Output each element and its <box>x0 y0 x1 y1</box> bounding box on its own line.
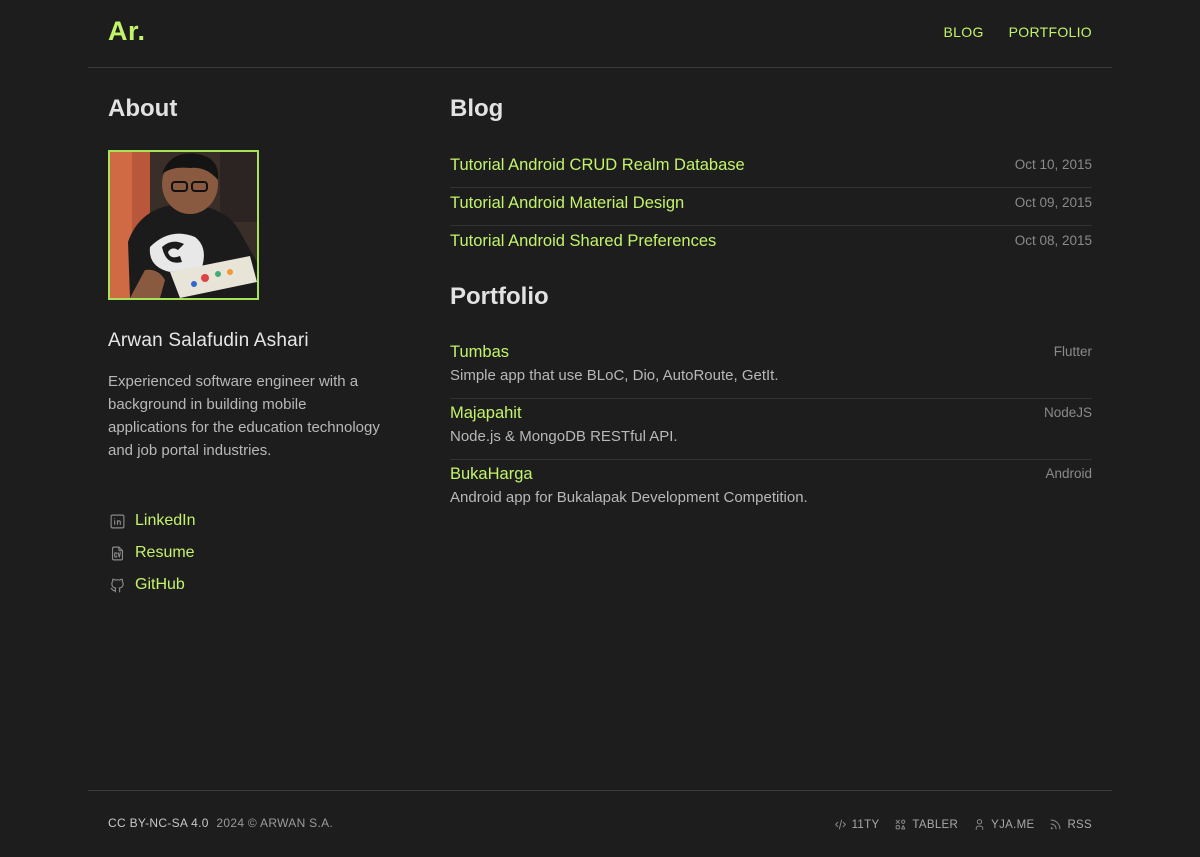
blog-heading: Blog <box>450 95 504 122</box>
blog-post-row: Tutorial Android CRUD Realm Database Oct… <box>450 150 1092 188</box>
avatar <box>108 150 259 300</box>
license-link[interactable]: CC BY-NC-SA 4.0 <box>108 816 209 830</box>
copyright: CC BY-NC-SA 4.0 2024 © ARWAN S.A. <box>108 816 333 830</box>
nav-blog-link[interactable]: BLOG <box>944 24 984 40</box>
cv-file-icon <box>108 544 126 562</box>
footer-link-label: 11TY <box>851 818 880 831</box>
portfolio-item: BukaHarga Android app for Bukalapak Deve… <box>450 460 1092 521</box>
shapes-icon <box>896 819 906 830</box>
social-links: LinkedIn Resume GitHub <box>108 505 196 601</box>
blog-post-date: Oct 08, 2015 <box>1014 233 1092 248</box>
portfolio-item-tech: NodeJS <box>1043 405 1092 420</box>
blog-post-date: Oct 10, 2015 <box>1014 157 1092 172</box>
blog-post-date: Oct 09, 2015 <box>1014 195 1092 210</box>
portfolio-item-link[interactable]: Tumbas <box>450 343 1092 362</box>
user-icon <box>975 819 984 830</box>
resume-row: Resume <box>108 537 196 569</box>
about-heading: About <box>108 95 178 122</box>
site-logo[interactable]: Ar. <box>108 16 146 47</box>
portfolio-item-link[interactable]: BukaHarga <box>450 465 1092 484</box>
github-row: GitHub <box>108 569 196 601</box>
rss-icon <box>1051 819 1061 830</box>
portfolio-item-desc: Node.js & MongoDB RESTful API. <box>450 428 678 445</box>
linkedin-row: LinkedIn <box>108 505 196 537</box>
nav-portfolio-link[interactable]: PORTFOLIO <box>1009 24 1092 40</box>
blog-post-link[interactable]: Tutorial Android Material Design <box>450 194 684 213</box>
resume-link[interactable]: Resume <box>135 544 195 562</box>
code-icon <box>834 819 846 830</box>
profile-photo <box>110 152 257 298</box>
portfolio-item: Tumbas Simple app that use BLoC, Dio, Au… <box>450 338 1092 399</box>
github-link[interactable]: GitHub <box>135 576 185 594</box>
blog-post-row: Tutorial Android Material Design Oct 09,… <box>450 188 1092 226</box>
blog-list: Tutorial Android CRUD Realm Database Oct… <box>450 150 1092 264</box>
portfolio-item-tech: Android <box>1045 466 1092 481</box>
top-nav: BLOG PORTFOLIO <box>944 24 1092 40</box>
linkedin-icon <box>108 512 126 530</box>
portfolio-heading: Portfolio <box>450 283 549 310</box>
footer-link-tabler[interactable]: TABLER <box>894 818 958 831</box>
blog-post-link[interactable]: Tutorial Android CRUD Realm Database <box>450 156 745 175</box>
footer-link-11ty[interactable]: 11TY <box>834 818 880 831</box>
site-header: Ar. BLOG PORTFOLIO <box>88 0 1112 68</box>
footer-link-label: TABLER <box>912 818 959 831</box>
author-name: Arwan Salafudin Ashari <box>108 330 309 351</box>
portfolio-item-desc: Simple app that use BLoC, Dio, AutoRoute… <box>450 367 779 384</box>
footer-links: 11TY TABLER YJA.ME RSS <box>834 818 1092 831</box>
portfolio-item-tech: Flutter <box>1053 344 1092 359</box>
footer-link-label: YJA.ME <box>991 818 1035 831</box>
blog-post-row: Tutorial Android Shared Preferences Oct … <box>450 226 1092 264</box>
linkedin-link[interactable]: LinkedIn <box>135 512 196 530</box>
site-footer: CC BY-NC-SA 4.0 2024 © ARWAN S.A. 11TY T… <box>88 790 1112 857</box>
portfolio-item-desc: Android app for Bukalapak Development Co… <box>450 489 808 506</box>
footer-link-label: RSS <box>1067 818 1092 831</box>
blog-post-link[interactable]: Tutorial Android Shared Preferences <box>450 232 716 251</box>
copyright-text: 2024 © ARWAN S.A. <box>216 816 334 830</box>
portfolio-item: Majapahit Node.js & MongoDB RESTful API.… <box>450 399 1092 460</box>
portfolio-item-link[interactable]: Majapahit <box>450 404 1092 423</box>
footer-link-yja[interactable]: YJA.ME <box>973 818 1034 831</box>
author-bio: Experienced software engineer with a bac… <box>108 373 380 459</box>
github-icon <box>108 576 126 594</box>
footer-link-rss[interactable]: RSS <box>1049 818 1092 831</box>
portfolio-list: Tumbas Simple app that use BLoC, Dio, Au… <box>450 338 1092 521</box>
